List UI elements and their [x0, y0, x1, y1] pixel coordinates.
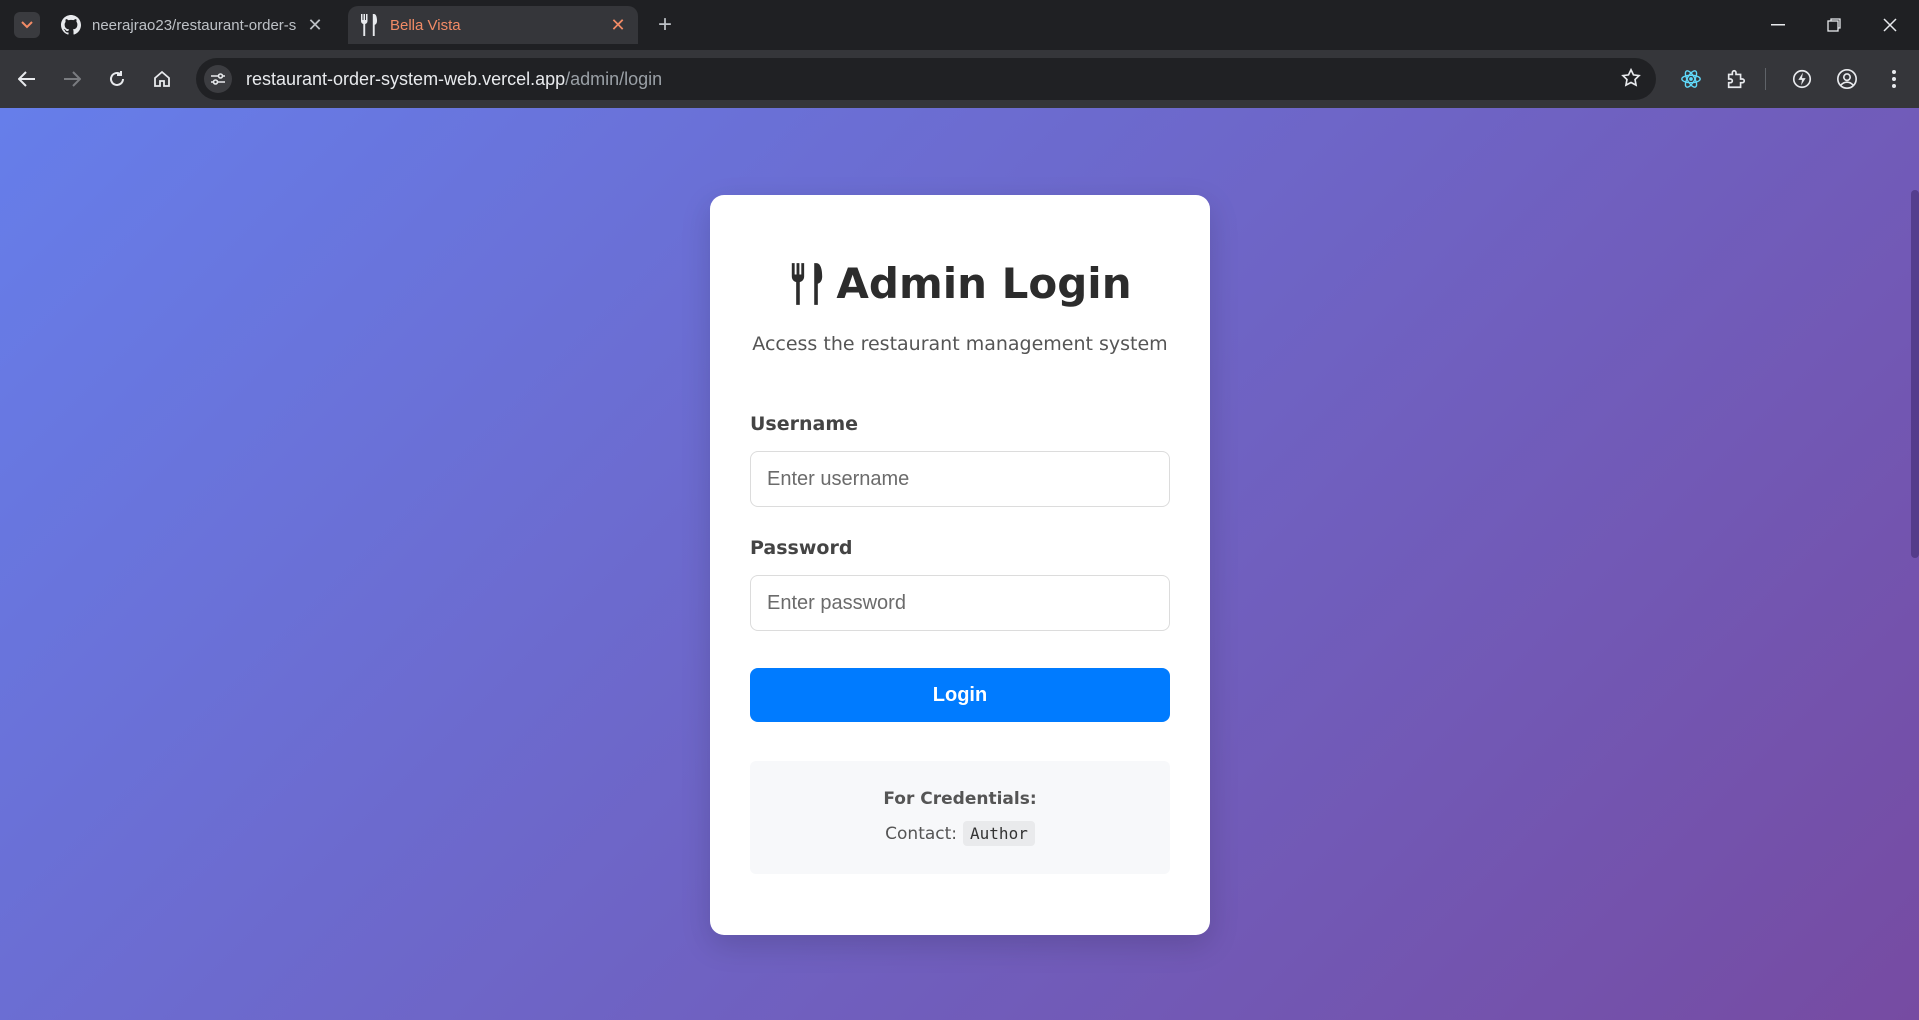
toolbar-divider	[1765, 68, 1766, 90]
url-path: /admin/login	[565, 68, 663, 89]
close-icon	[1883, 18, 1897, 32]
tab-title: Bella Vista	[390, 16, 461, 34]
close-icon[interactable]: ✕	[303, 13, 327, 37]
url-text: restaurant-order-system-web.vercel.app/a…	[246, 69, 662, 90]
new-tab-button[interactable]: +	[652, 11, 678, 38]
arrow-left-icon	[18, 71, 35, 87]
scrollbar-thumb[interactable]	[1911, 190, 1919, 558]
react-devtools-icon[interactable]	[1674, 62, 1708, 96]
credentials-title: For Credentials:	[883, 789, 1037, 809]
fork-knife-icon	[792, 262, 823, 305]
site-info-icon[interactable]	[204, 65, 232, 93]
tab-github[interactable]: neerajrao23/restaurant-order-s ✕	[50, 6, 335, 44]
performance-icon[interactable]	[1785, 62, 1819, 96]
tab-bella-vista[interactable]: Bella Vista ✕	[348, 6, 638, 44]
profile-avatar-icon[interactable]	[1830, 62, 1864, 96]
tab-title: neerajrao23/restaurant-order-s	[92, 16, 297, 34]
browser-menu-icon[interactable]	[1877, 62, 1911, 96]
arrow-right-icon	[64, 71, 81, 87]
page-title-text: Admin Login	[836, 259, 1132, 308]
home-icon	[154, 70, 170, 87]
page-background: Admin Login Access the restaurant manage…	[0, 108, 1919, 1020]
bookmark-star-icon[interactable]	[1620, 67, 1642, 94]
minimize-button[interactable]	[1758, 10, 1798, 40]
contact-label: Contact:	[885, 823, 958, 844]
tab-search-button[interactable]	[14, 12, 40, 38]
forward-button[interactable]	[55, 62, 89, 96]
password-input[interactable]	[750, 575, 1170, 631]
password-label: Password	[750, 537, 853, 559]
contact-value: Author	[963, 821, 1035, 846]
credentials-contact: Contact: Author	[750, 821, 1170, 846]
page-title: Admin Login	[710, 259, 1210, 308]
browser-tab-strip: neerajrao23/restaurant-order-s ✕ Bella V…	[0, 0, 1919, 50]
close-icon[interactable]: ✕	[606, 13, 630, 37]
home-button[interactable]	[145, 62, 179, 96]
url-host: restaurant-order-system-web.vercel.app	[246, 68, 566, 89]
username-label: Username	[750, 413, 859, 435]
username-input[interactable]	[750, 451, 1170, 507]
address-bar[interactable]: restaurant-order-system-web.vercel.app/a…	[196, 58, 1656, 100]
github-icon	[60, 14, 82, 36]
reload-icon	[110, 71, 124, 86]
window-close-button[interactable]	[1870, 10, 1910, 40]
browser-toolbar: restaurant-order-system-web.vercel.app/a…	[0, 50, 1919, 108]
fork-knife-icon	[358, 14, 380, 36]
credentials-box: For Credentials: Contact: Author	[750, 761, 1170, 874]
page-subtitle: Access the restaurant management system	[752, 333, 1168, 355]
login-card: Admin Login Access the restaurant manage…	[710, 195, 1210, 935]
restore-button[interactable]	[1814, 10, 1854, 40]
back-button[interactable]	[10, 62, 44, 96]
chevron-down-icon	[21, 21, 33, 29]
minimize-icon	[1771, 24, 1785, 26]
extensions-puzzle-icon[interactable]	[1719, 62, 1753, 96]
reload-button[interactable]	[100, 62, 134, 96]
login-button[interactable]: Login	[750, 668, 1170, 722]
restore-icon	[1827, 18, 1841, 32]
